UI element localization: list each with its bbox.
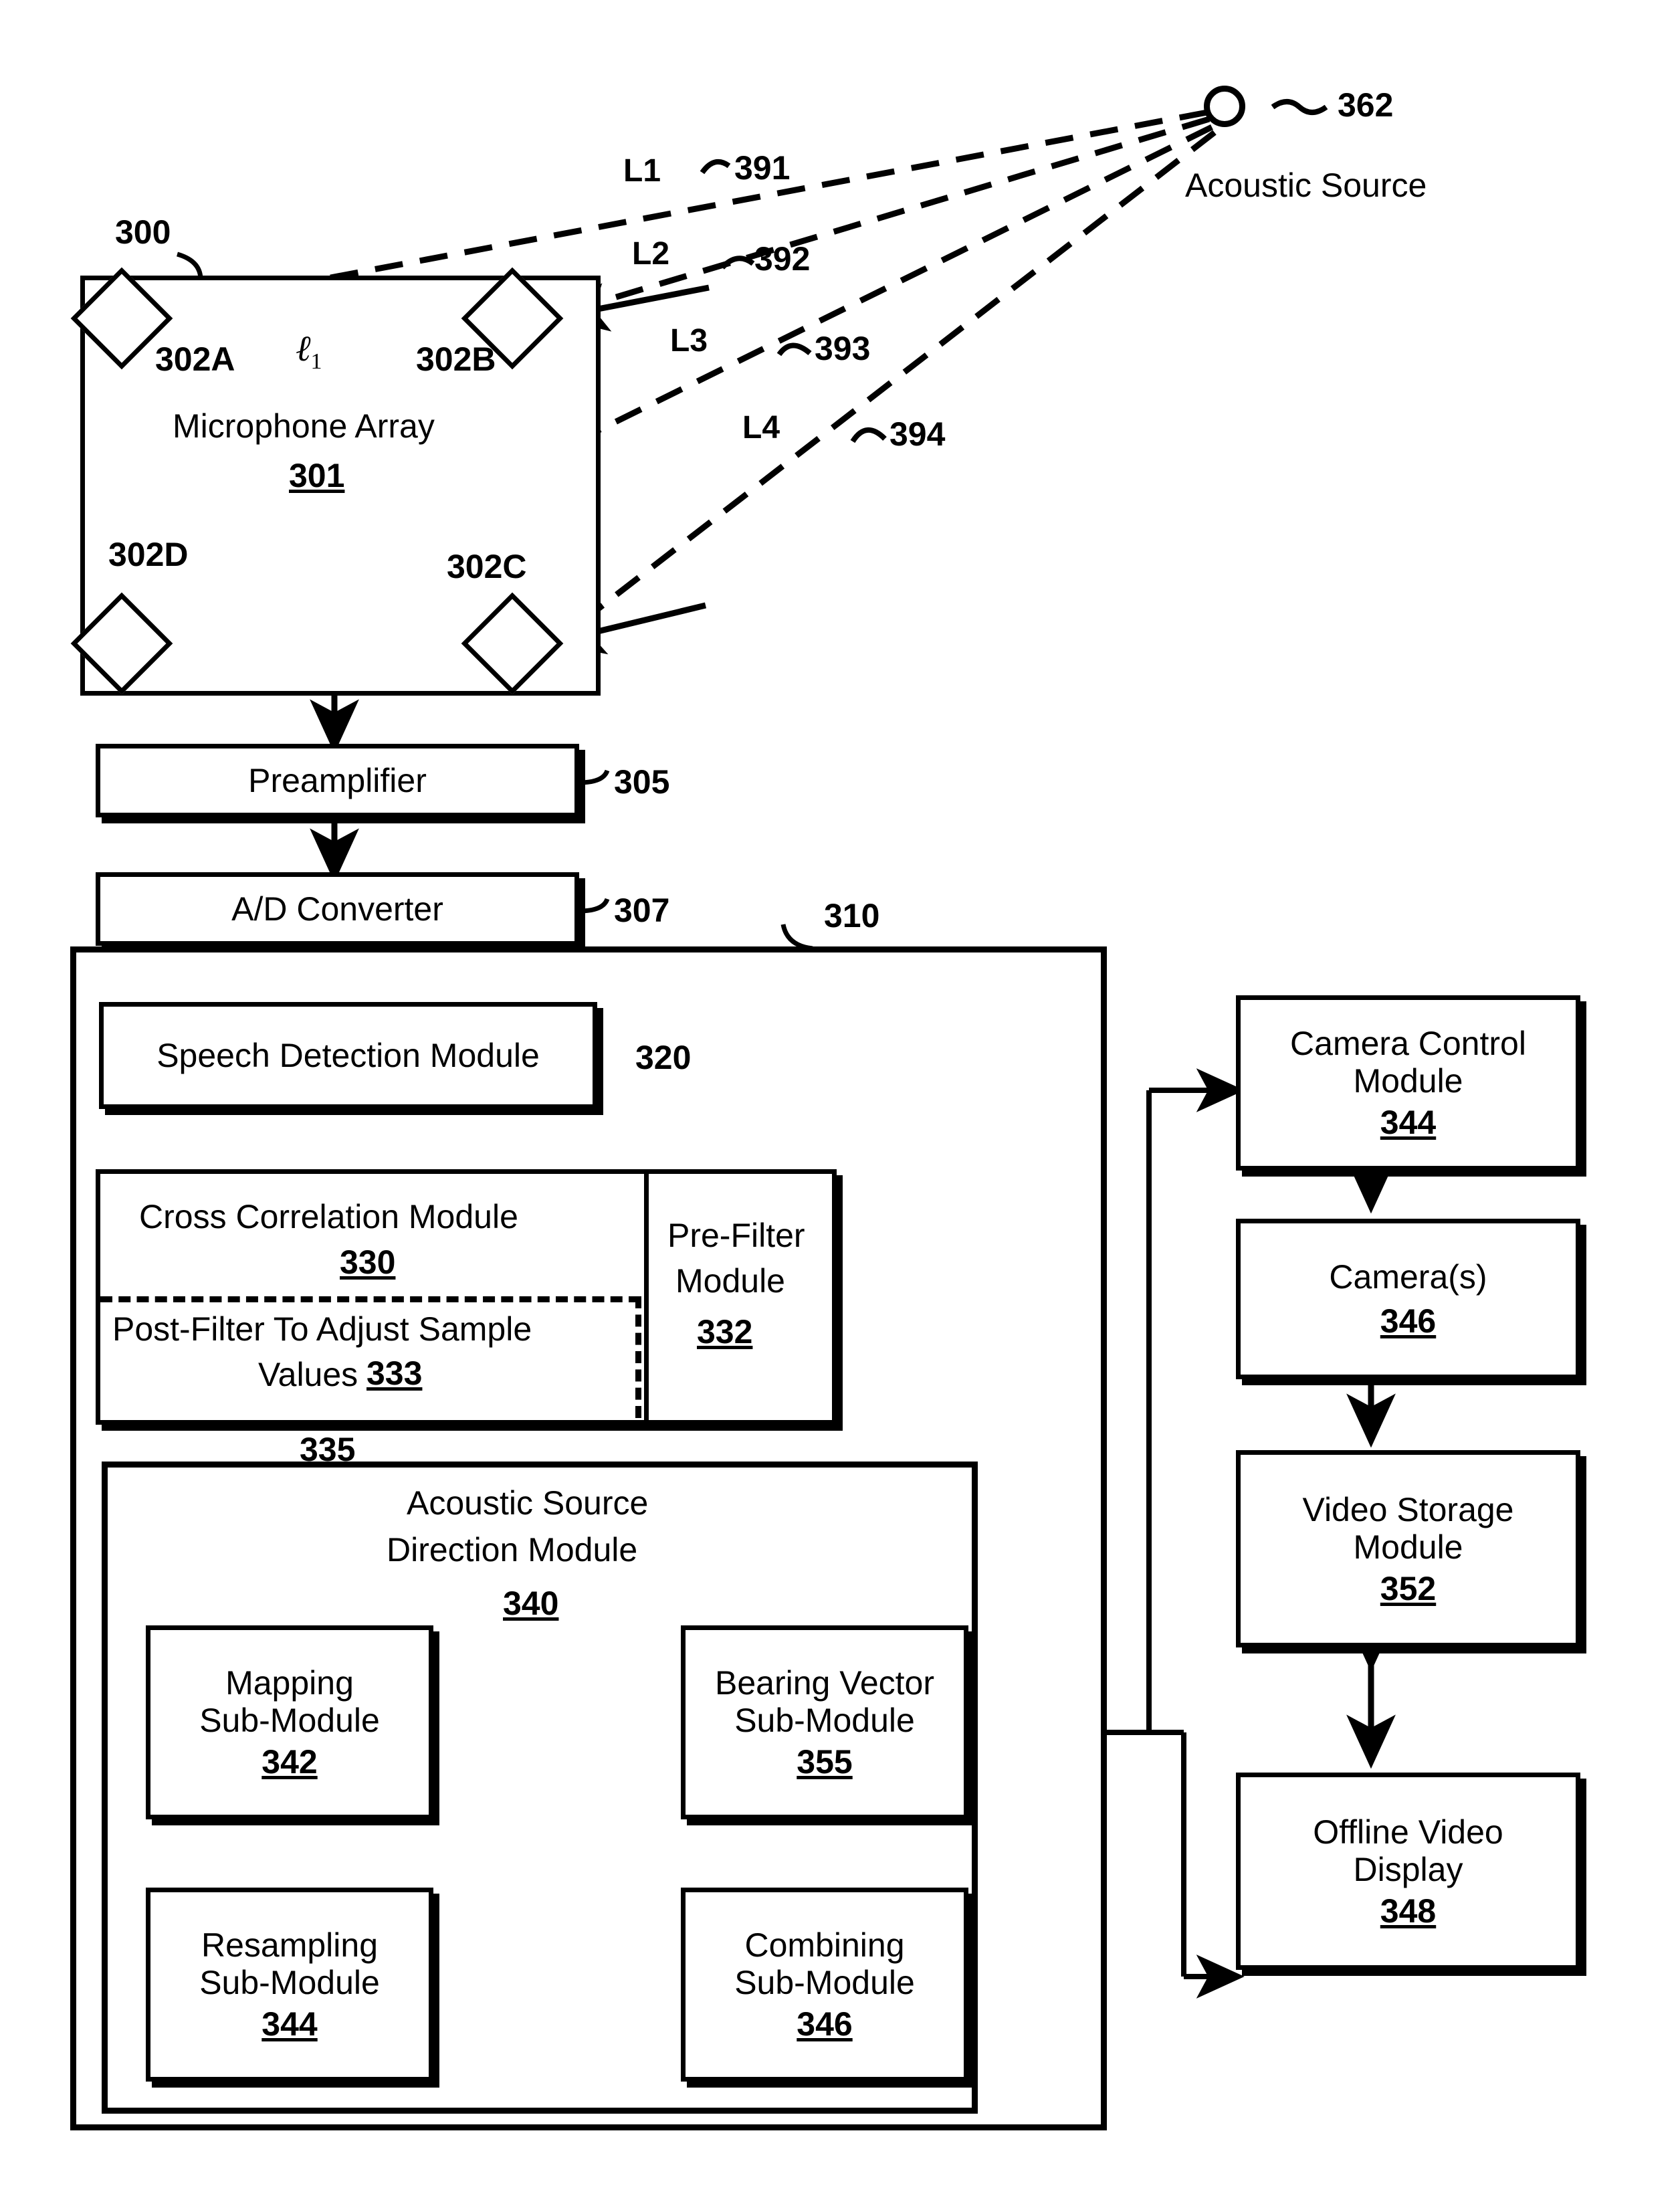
resampling-sub-module-box: Resampling Sub-Module 344 [146,1888,433,2082]
preamplifier-box: Preamplifier [96,744,579,817]
acoustic-source-node [1204,86,1245,127]
ref-346-cameras: 346 [1380,1302,1437,1340]
path-label-l3: L3 [670,323,708,359]
ref-302b: 302B [416,340,496,378]
offline-video-display-line2: Display [1353,1850,1463,1888]
video-storage-module-line1: Video Storage [1302,1490,1514,1528]
ref-302a: 302A [155,340,235,378]
ref-310: 310 [824,897,880,934]
correlation-group-divider [644,1174,649,1420]
ref-355: 355 [797,1743,853,1781]
resampling-sub-module-line1: Resampling [201,1926,378,1964]
video-storage-module-box: Video Storage Module 352 [1236,1450,1580,1647]
figure-canvas: 362 Acoustic Source L1 391 L2 392 L3 393… [0,0,1680,2212]
spacing-symbol-subscript: 1 [310,348,322,374]
ref-302c: 302C [447,548,527,585]
ref-362: 362 [1338,86,1394,124]
ref-342: 342 [261,1743,318,1781]
ref-305: 305 [614,763,670,801]
combining-sub-module-line1: Combining [744,1926,905,1964]
mapping-sub-module-line2: Sub-Module [199,1702,380,1739]
combining-sub-module-line2: Sub-Module [734,1964,915,2001]
bearing-vector-sub-module-line2: Sub-Module [734,1702,915,1739]
post-filter-label-line1: Post-Filter To Adjust Sample [112,1310,532,1348]
ref-302d: 302D [108,536,189,573]
bearing-vector-sub-module-box: Bearing Vector Sub-Module 355 [681,1625,968,1819]
pre-filter-label-line1: Pre-Filter [667,1217,805,1254]
spacing-symbol-glyph: ℓ [296,328,311,369]
preamplifier-label: Preamplifier [248,762,427,799]
speech-detection-module-box: Speech Detection Module [99,1002,597,1109]
camera-control-module-line1: Camera Control [1290,1025,1526,1062]
ref-330: 330 [340,1243,396,1281]
ref-348: 348 [1380,1892,1437,1930]
path-label-l1: L1 [623,153,661,189]
ref-333: 333 [366,1354,423,1392]
bearing-vector-sub-module-line1: Bearing Vector [715,1664,934,1702]
camera-control-module-box: Camera Control Module 344 [1236,995,1580,1171]
offline-video-display-box: Offline Video Display 348 [1236,1773,1580,1970]
combining-sub-module-box: Combining Sub-Module 346 [681,1888,968,2082]
cameras-box: Camera(s) 346 [1236,1219,1580,1379]
resampling-sub-module-line2: Sub-Module [199,1964,380,2001]
ref-392: 392 [754,240,811,278]
post-filter-top-dash [100,1296,641,1302]
ref-344-camera-control: 344 [1380,1104,1437,1141]
direction-module-title-line2: Direction Module [387,1531,638,1569]
mapping-sub-module-line1: Mapping [225,1664,354,1702]
path-label-l2: L2 [632,236,670,272]
direction-module-title-line1: Acoustic Source [407,1484,649,1522]
cross-correlation-module-label: Cross Correlation Module [139,1198,518,1235]
offline-video-display-line1: Offline Video [1313,1813,1503,1851]
acoustic-source-label: Acoustic Source [1185,167,1427,204]
camera-control-module-line2: Module [1353,1062,1463,1100]
speech-detection-module-label: Speech Detection Module [156,1037,540,1074]
ref-391: 391 [734,149,791,187]
ref-320: 320 [635,1039,692,1076]
pre-filter-label-line2: Module [675,1262,785,1300]
ref-352: 352 [1380,1569,1437,1607]
ad-converter-box: A/D Converter [96,872,579,946]
ref-300: 300 [115,213,171,251]
video-storage-module-line2: Module [1353,1528,1463,1566]
ad-converter-label: A/D Converter [231,890,443,928]
ref-394: 394 [889,415,946,453]
ref-307: 307 [614,892,670,929]
ref-332: 332 [697,1313,753,1350]
ref-344-resampling: 344 [261,2005,318,2043]
ref-301: 301 [289,457,345,494]
spacing-symbol: ℓ1 [296,328,322,375]
post-filter-label-line2: Values [258,1356,358,1393]
microphone-array-title: Microphone Array [173,407,435,445]
path-label-l4: L4 [742,410,780,445]
ref-346-combining: 346 [797,2005,853,2043]
ref-393: 393 [815,330,871,367]
mapping-sub-module-box: Mapping Sub-Module 342 [146,1625,433,1819]
post-filter-right-dash [635,1296,641,1418]
ref-340: 340 [503,1585,559,1622]
cameras-line1: Camera(s) [1329,1258,1487,1296]
